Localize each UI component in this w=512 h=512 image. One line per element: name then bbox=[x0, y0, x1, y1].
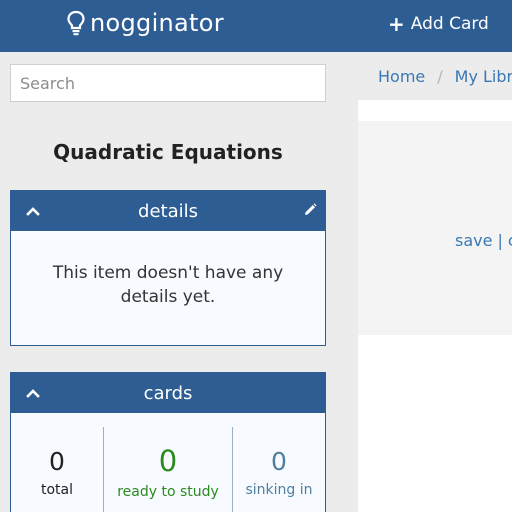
stat-ready[interactable]: 0 ready to study bbox=[104, 413, 232, 512]
action-separator: | bbox=[497, 231, 503, 250]
stat-sinking-label: sinking in bbox=[245, 481, 313, 498]
brand-name: nogginator bbox=[90, 9, 224, 37]
card-actions: save | c bbox=[455, 231, 512, 250]
breadcrumb-separator: / bbox=[437, 66, 443, 86]
main-content: Home / My Libra save | c bbox=[358, 52, 512, 512]
top-navbar: nogginator + Add Card bbox=[0, 0, 512, 52]
stat-total[interactable]: 0 total bbox=[11, 413, 103, 512]
card-stats: 0 total 0 ready to study 0 sinking in bbox=[11, 413, 325, 512]
details-empty-message: This item doesn't have any details yet. bbox=[52, 263, 284, 307]
stat-ready-value: 0 bbox=[158, 444, 178, 478]
stat-sinking-value: 0 bbox=[271, 446, 287, 476]
search-input[interactable] bbox=[10, 64, 326, 102]
pencil-icon[interactable] bbox=[303, 203, 317, 217]
breadcrumb: Home / My Libra bbox=[358, 52, 512, 100]
stat-sinking[interactable]: 0 sinking in bbox=[233, 413, 325, 512]
breadcrumb-library[interactable]: My Libra bbox=[455, 67, 512, 86]
card-editor-area: save | c bbox=[358, 121, 512, 335]
sidebar: Quadratic Equations details This item do… bbox=[0, 52, 338, 512]
cards-heading: cards bbox=[143, 382, 193, 404]
stat-total-value: 0 bbox=[49, 446, 65, 476]
breadcrumb-home[interactable]: Home bbox=[378, 67, 425, 86]
column-gutter bbox=[338, 52, 358, 512]
add-card-button[interactable]: + Add Card bbox=[388, 14, 489, 34]
chevron-up-icon[interactable] bbox=[25, 203, 41, 219]
details-panel-header[interactable]: details bbox=[11, 191, 325, 231]
cards-panel: cards 0 total 0 ready to study 0 sinking… bbox=[10, 372, 326, 512]
brand-logo[interactable]: nogginator bbox=[66, 9, 224, 37]
plus-icon: + bbox=[388, 12, 405, 36]
add-card-label: Add Card bbox=[410, 14, 489, 34]
lightbulb-icon bbox=[67, 10, 85, 36]
details-panel: details This item doesn't have any detai… bbox=[10, 190, 326, 346]
stat-ready-label: ready to study bbox=[117, 484, 219, 500]
secondary-action-link[interactable]: c bbox=[508, 231, 512, 250]
save-link[interactable]: save bbox=[455, 231, 492, 250]
stat-total-label: total bbox=[40, 481, 73, 498]
details-heading: details bbox=[138, 200, 198, 222]
item-title: Quadratic Equations bbox=[53, 140, 283, 164]
chevron-up-icon[interactable] bbox=[25, 385, 41, 401]
cards-panel-header[interactable]: cards bbox=[11, 373, 325, 413]
